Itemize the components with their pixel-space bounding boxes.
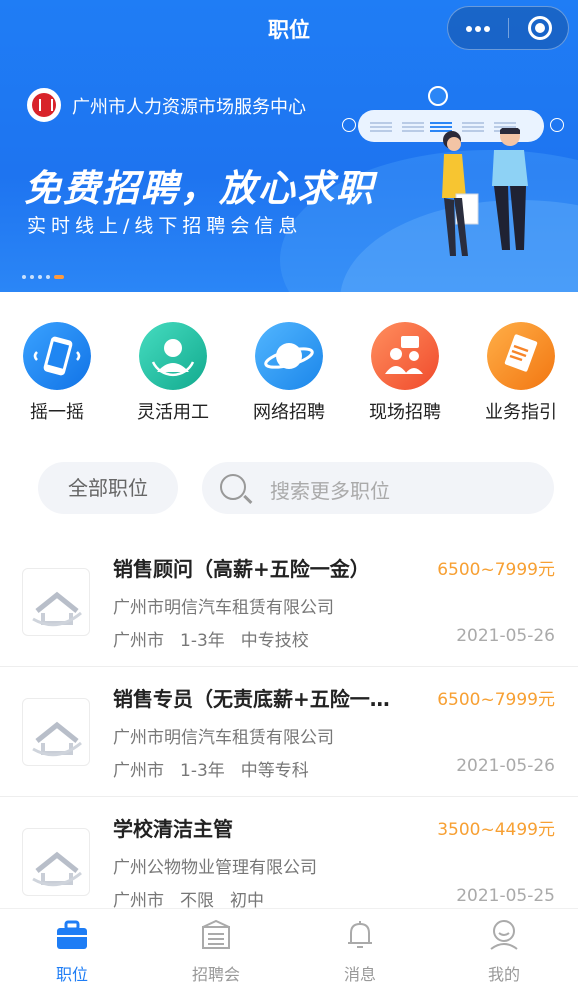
job-meta: 广州市 1-3年 中专技校 [113,626,325,651]
worker-icon [139,322,207,390]
bell-icon [348,921,372,948]
tab-label: 招聘会 [191,965,240,984]
job-experience: 1-3年 [180,761,225,781]
company-logo-placeholder-icon [22,568,90,636]
quick-action-online-hiring[interactable]: 网络招聘 [232,318,348,428]
tab-label: 消息 [343,965,376,984]
search-icon [220,474,246,500]
search-placeholder: 搜索更多职位 [270,479,390,503]
quick-action-label: 现场招聘 [369,402,441,423]
company-name: 广州市明信汽车租赁有限公司 [113,728,334,748]
banner-slogan: 免费招聘，放心求职 [24,167,375,210]
job-list-item[interactable]: 销售顾问（高薪+五险一金） 6500~7999元 广州市明信汽车租赁有限公司 广… [0,537,578,667]
chevron-left-icon [342,118,356,132]
job-title: 销售专员（无责底薪+五险一… [113,687,390,711]
quick-action-label: 网络招聘 [253,402,325,423]
quick-action-label: 业务指引 [485,402,557,423]
org-name: 广州市人力资源市场服务中心 [72,97,306,118]
chevron-right-icon [550,118,564,132]
more-menu-button[interactable] [448,7,508,49]
job-education: 中等专科 [240,761,309,781]
quick-action-business-guide[interactable]: 业务指引 [464,318,578,428]
close-mini-program-icon[interactable] [528,16,552,40]
tab-job-fair[interactable]: 招聘会 [144,909,288,1000]
company-name: 广州公物物业管理有限公司 [113,858,317,878]
job-fair-icon [202,919,230,949]
tab-label: 职位 [55,965,88,984]
bottom-tab-bar: 职位 招聘会 消息 我的 [0,908,578,1000]
job-salary: 3500~4499元 [437,820,555,840]
document-icon [487,322,555,390]
briefcase-icon [57,920,87,949]
org-logo-icon [27,88,61,122]
job-date: 2021-05-26 [456,626,555,646]
job-title: 学校清洁主管 [113,817,233,841]
job-title: 销售顾问（高薪+五险一金） [113,557,370,581]
hero-banner[interactable]: 职位 广州市人力资源市场服务中心 免费招聘，放心求职 实时线上/线下招聘会信息 [0,0,578,292]
quick-action-label: 摇一摇 [30,402,84,423]
tab-label: 我的 [487,965,520,984]
quick-actions: 摇一摇 灵活用工 网络招聘 现场招聘 业务指引 [0,318,578,428]
phone-shake-icon [23,322,91,390]
job-salary: 6500~7999元 [437,690,555,710]
job-list-item[interactable]: 销售专员（无责底薪+五险一… 6500~7999元 广州市明信汽车租赁有限公司 … [0,667,578,797]
user-pin-icon [428,86,448,106]
job-date: 2021-05-25 [456,886,555,906]
company-name: 广州市明信汽车租赁有限公司 [113,598,334,618]
profile-icon [490,920,518,950]
quick-action-flexible-work[interactable]: 灵活用工 [116,318,232,428]
quick-action-onsite-hiring[interactable]: 现场招聘 [348,318,464,428]
planet-icon [255,322,323,390]
all-jobs-filter-button[interactable]: 全部职位 [38,462,178,514]
job-date: 2021-05-26 [456,756,555,776]
people-chat-icon [371,322,439,390]
quick-action-shake[interactable]: 摇一摇 [0,318,116,428]
tab-profile[interactable]: 我的 [432,909,576,1000]
search-input[interactable]: 搜索更多职位 [202,462,554,514]
company-logo-placeholder-icon [22,828,90,896]
job-meta: 广州市 1-3年 中等专科 [113,756,325,781]
mini-program-capsule [447,6,569,50]
tab-jobs[interactable]: 职位 [0,909,144,1000]
company-logo-placeholder-icon [22,698,90,766]
job-education: 中专技校 [240,631,309,651]
banner-subtitle: 实时线上/线下招聘会信息 [27,215,303,237]
job-city: 广州市 [113,761,164,781]
job-city: 广州市 [113,631,164,651]
quick-action-label: 灵活用工 [137,402,209,423]
people-illustration [442,128,528,256]
job-salary: 6500~7999元 [437,560,555,580]
tab-messages[interactable]: 消息 [288,909,432,1000]
job-experience: 1-3年 [180,631,225,651]
